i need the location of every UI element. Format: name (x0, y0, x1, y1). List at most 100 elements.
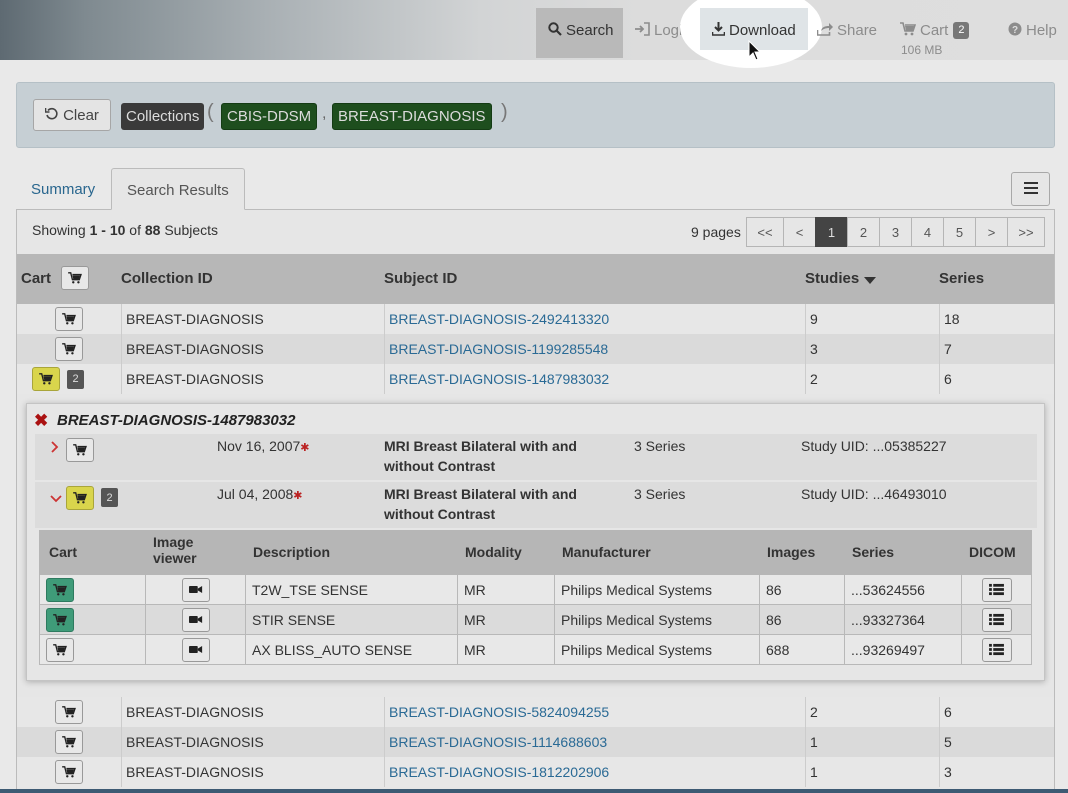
study-date: Nov 16, 2007✱ (217, 438, 310, 454)
remove-series-from-cart-button[interactable] (46, 577, 74, 602)
page-5[interactable]: 5 (943, 217, 976, 247)
remove-series-from-cart-button[interactable] (46, 607, 74, 632)
header-cart: Cart (21, 270, 52, 287)
study-series-count: 3 Series (634, 438, 686, 454)
results-tabs: Summary Search Results (16, 168, 1055, 210)
series-header-cart: Cart (49, 544, 78, 560)
image-viewer-button[interactable] (181, 637, 210, 662)
remove-study-from-cart-button[interactable] (66, 486, 94, 510)
header-series[interactable]: Series (939, 270, 984, 287)
nav-help-label: Help (1026, 22, 1057, 39)
dicom-metadata-button[interactable] (981, 607, 1012, 632)
header-studies[interactable]: Studies (805, 270, 859, 287)
showing-total: 88 (144, 222, 161, 238)
studies-count[interactable]: 9 (805, 304, 939, 334)
nav-help[interactable]: ? Help (996, 8, 1068, 58)
remove-from-cart-button[interactable] (32, 367, 60, 391)
studies-count[interactable]: 2 (805, 364, 939, 394)
study-date-value: Jul 04, 2008 (217, 486, 294, 502)
header-collection-id[interactable]: Collection ID (121, 270, 213, 287)
tab-search-results[interactable]: Search Results (111, 168, 245, 210)
series-row[interactable]: T2W_TSE SENSE MR Philips Medical Systems… (39, 575, 1032, 605)
add-to-cart-button[interactable] (55, 760, 83, 784)
series-count: 6 (939, 697, 1054, 727)
menu-button[interactable] (1011, 172, 1050, 206)
close-icon[interactable]: ✖ (34, 411, 48, 431)
cart-icon (53, 584, 67, 596)
list-icon (989, 583, 1004, 596)
subject-link[interactable]: BREAST-DIAGNOSIS-1199285548 (389, 341, 608, 357)
page-3[interactable]: 3 (879, 217, 912, 247)
sort-desc-icon[interactable] (864, 272, 876, 289)
table-row[interactable]: 2 BREAST-DIAGNOSIS BREAST-DIAGNOSIS-1487… (17, 364, 1054, 394)
clear-button[interactable]: Clear (33, 99, 111, 131)
chevron-right-icon[interactable] (50, 440, 59, 456)
collection-tag[interactable]: BREAST-DIAGNOSIS (332, 103, 492, 130)
cart-icon (53, 644, 67, 656)
add-to-cart-button[interactable] (55, 307, 83, 331)
chevron-down-icon[interactable] (50, 490, 62, 506)
list-icon (989, 643, 1004, 656)
table-row[interactable]: BREAST-DIAGNOSIS BREAST-DIAGNOSIS-249241… (17, 304, 1054, 334)
table-row[interactable]: BREAST-DIAGNOSIS BREAST-DIAGNOSIS-111468… (17, 727, 1054, 757)
study-row[interactable]: 2 Jul 04, 2008✱ MRI Breast Bilateral wit… (35, 482, 1037, 528)
open-paren: ( (207, 101, 214, 123)
showing-prefix: Showing (32, 222, 90, 238)
add-to-cart-button[interactable] (55, 700, 83, 724)
add-all-to-cart-button[interactable] (61, 266, 89, 290)
header-subject-id[interactable]: Subject ID (384, 270, 457, 287)
subject-link[interactable]: BREAST-DIAGNOSIS-5824094255 (389, 704, 609, 720)
studies-count[interactable]: 3 (805, 334, 939, 364)
image-viewer-button[interactable] (181, 577, 210, 602)
series-images: 86 (759, 605, 844, 634)
studies-count[interactable]: 1 (805, 727, 939, 757)
series-header-viewer-line2: viewer (153, 550, 197, 566)
series-description: AX BLISS_AUTO SENSE (245, 635, 457, 664)
series-uid: ...93269497 (844, 635, 961, 664)
series-row[interactable]: STIR SENSE MR Philips Medical Systems 86… (39, 605, 1032, 635)
series-modality: MR (457, 575, 554, 604)
subject-link[interactable]: BREAST-DIAGNOSIS-1812202906 (389, 764, 609, 780)
table-row[interactable]: BREAST-DIAGNOSIS BREAST-DIAGNOSIS-119928… (17, 334, 1054, 364)
page-4[interactable]: 4 (911, 217, 944, 247)
table-row[interactable]: BREAST-DIAGNOSIS BREAST-DIAGNOSIS-582409… (17, 697, 1054, 727)
page-1[interactable]: 1 (815, 217, 848, 247)
cart-icon (62, 343, 76, 355)
series-count: 6 (939, 364, 1054, 394)
collection-tag[interactable]: CBIS-DDSM (221, 103, 318, 130)
showing-suffix: Subjects (160, 222, 219, 238)
cart-icon (62, 736, 76, 748)
study-row[interactable]: Nov 16, 2007✱ MRI Breast Bilateral with … (35, 434, 1037, 480)
subject-link[interactable]: BREAST-DIAGNOSIS-1114688603 (389, 734, 607, 750)
nav-share-label: Share (837, 22, 878, 39)
subject-link[interactable]: BREAST-DIAGNOSIS-2492413320 (389, 311, 609, 327)
subject-link[interactable]: BREAST-DIAGNOSIS-1487983032 (389, 371, 609, 387)
nav-search[interactable]: Search (536, 8, 623, 58)
dicom-metadata-button[interactable] (981, 637, 1012, 662)
study-description: MRI Breast Bilateral with and without Con… (384, 484, 577, 524)
add-to-cart-button[interactable] (55, 337, 83, 361)
series-manufacturer: Philips Medical Systems (554, 605, 759, 634)
page-first[interactable]: << (746, 217, 784, 247)
studies-count[interactable]: 1 (805, 757, 939, 787)
page-next[interactable]: > (975, 217, 1008, 247)
series-row[interactable]: AX BLISS_AUTO SENSE MR Philips Medical S… (39, 635, 1032, 665)
collections-filter-label: Collections (121, 103, 205, 130)
tab-summary[interactable]: Summary (16, 168, 110, 210)
series-count: 7 (939, 334, 1054, 364)
add-study-to-cart-button[interactable] (66, 438, 94, 462)
page-prev[interactable]: < (783, 217, 816, 247)
page-2[interactable]: 2 (847, 217, 880, 247)
series-header-modality: Modality (465, 544, 522, 560)
table-row[interactable]: BREAST-DIAGNOSIS BREAST-DIAGNOSIS-181220… (17, 757, 1054, 787)
add-to-cart-button[interactable] (55, 730, 83, 754)
cart-series-badge: 2 (67, 369, 84, 389)
image-viewer-button[interactable] (181, 607, 210, 632)
page-last[interactable]: >> (1007, 217, 1045, 247)
add-series-to-cart-button[interactable] (46, 637, 74, 662)
study-date: Jul 04, 2008✱ (217, 486, 303, 502)
studies-count[interactable]: 2 (805, 697, 939, 727)
cart-icon (900, 22, 917, 40)
dicom-metadata-button[interactable] (981, 577, 1012, 602)
nav-share[interactable]: Share (805, 8, 889, 58)
